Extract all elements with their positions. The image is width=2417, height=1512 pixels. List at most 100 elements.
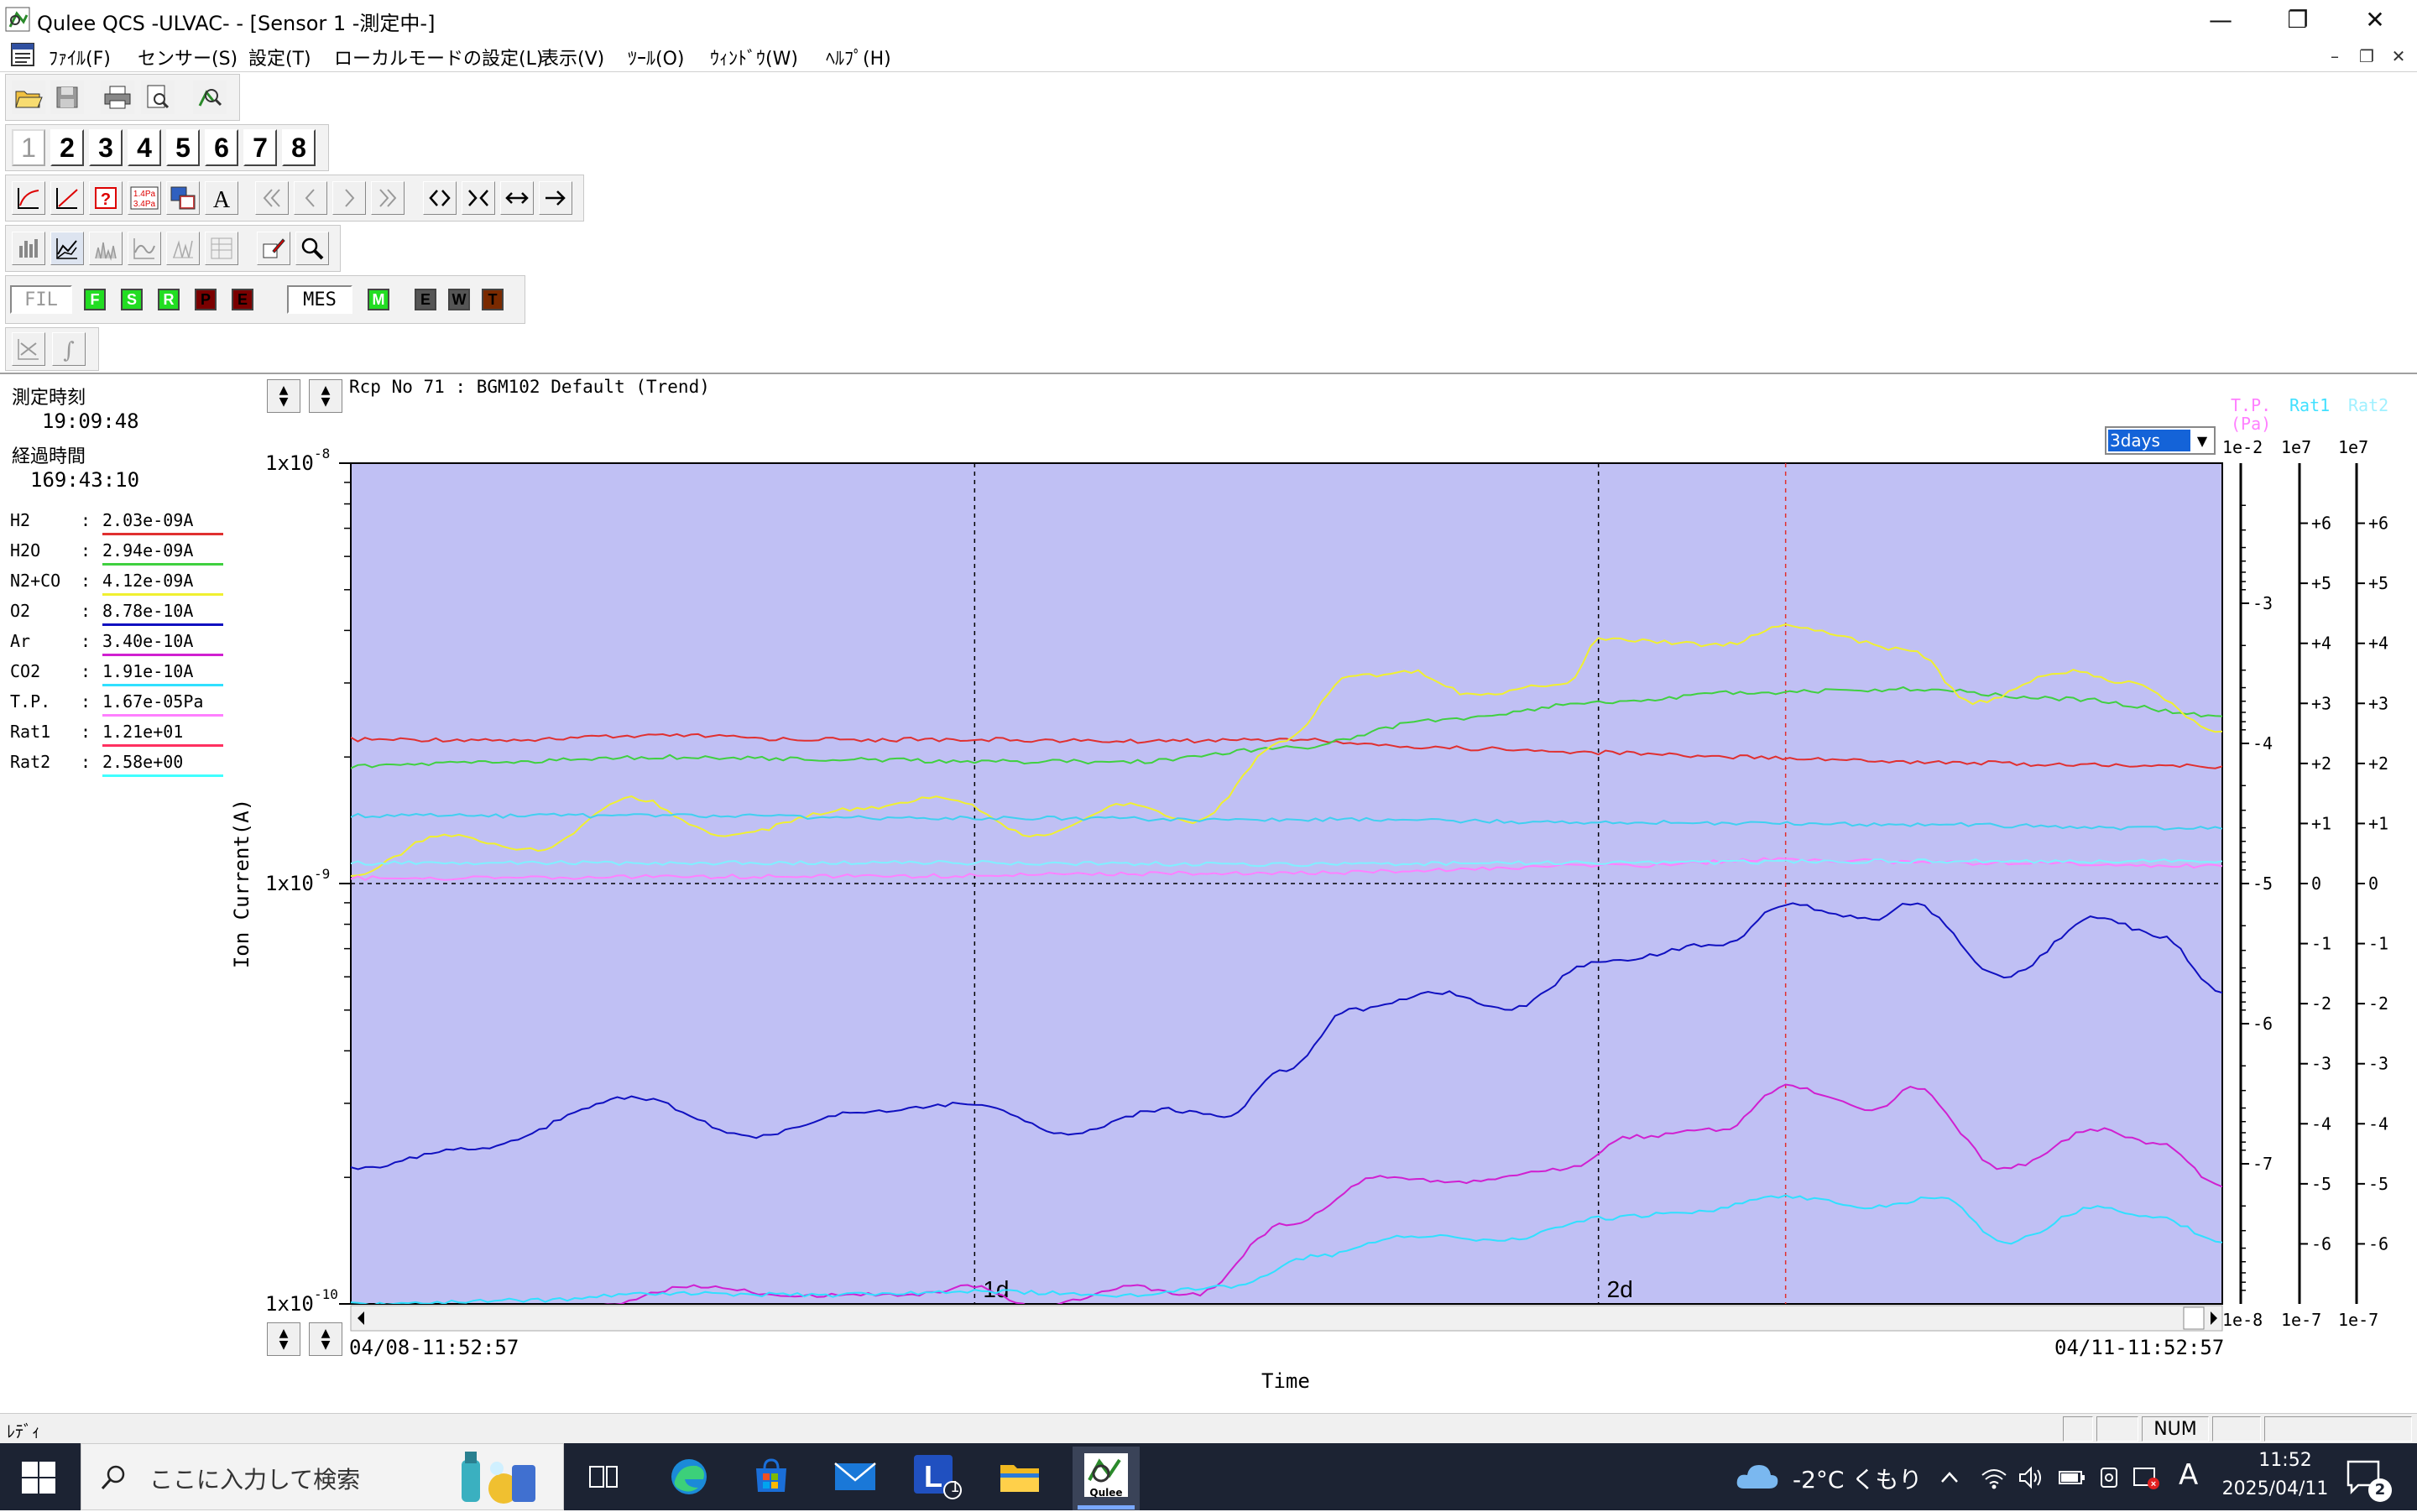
mdi-minimize-button[interactable]: – <box>2323 45 2347 67</box>
font-icon[interactable]: A <box>205 181 238 215</box>
ime-indicator[interactable]: A <box>2179 1458 2198 1492</box>
time-range-select[interactable]: 3days ▼ <box>2105 426 2216 455</box>
log-scale-icon[interactable] <box>50 181 84 215</box>
rat1-axis-tick-label: -2 <box>2311 993 2331 1014</box>
sensor-4-button[interactable]: 4 <box>128 129 161 166</box>
follow-latest-icon[interactable] <box>539 181 572 215</box>
scroll-first-icon[interactable] <box>255 181 289 215</box>
lamp-temperature: T <box>482 289 504 310</box>
scroll-thumb[interactable] <box>2183 1306 2205 1330</box>
volume-icon[interactable] <box>2018 1465 2044 1490</box>
time-scrollbar[interactable] <box>350 1305 2223 1332</box>
close-button[interactable]: ✕ <box>2336 0 2414 39</box>
battery-icon[interactable] <box>2058 1467 2086 1489</box>
channel-colon: : <box>81 510 91 530</box>
zoom-in-time-icon[interactable] <box>462 181 495 215</box>
rat2-axis-tick-label: +5 <box>2368 573 2388 593</box>
channel-colon: : <box>81 752 91 772</box>
rat2-axis-tick-label: +2 <box>2368 753 2388 774</box>
sensor-3-button[interactable]: 3 <box>89 129 123 166</box>
security-alert-icon[interactable]: × <box>2132 1463 2160 1492</box>
linear-scale-icon[interactable] <box>12 181 45 215</box>
mail-icon[interactable] <box>829 1452 881 1502</box>
edge-browser-icon[interactable] <box>663 1452 715 1502</box>
channel-name: H2O <box>10 540 41 560</box>
channel-name: Rat2 <box>10 752 51 772</box>
clock-time[interactable]: 11:52 <box>2244 1450 2326 1471</box>
menu-sensor[interactable]: センサー(S) <box>138 44 238 70</box>
sensor-8-button[interactable]: 8 <box>282 129 316 166</box>
zoom-out-time-icon[interactable] <box>423 181 457 215</box>
restore-button[interactable]: ❐ <box>2259 0 2336 39</box>
y-axis-label: Ion Current(A) <box>230 799 253 968</box>
y-axis-bottom-spin[interactable]: ▲ ▼ <box>267 1322 300 1356</box>
channel-name: T.P. <box>10 691 51 712</box>
mdi-restore-button[interactable]: ❐ <box>2355 45 2378 67</box>
menu-file[interactable]: ﾌｧｲﾙ(F) <box>49 44 111 70</box>
table-view-icon[interactable] <box>205 232 238 265</box>
spectrum-graph-icon[interactable] <box>89 232 123 265</box>
minimize-button[interactable]: — <box>2182 0 2259 39</box>
fit-time-icon[interactable] <box>500 181 534 215</box>
network-icon[interactable] <box>1981 1465 2007 1490</box>
windows-start-icon[interactable] <box>20 1460 57 1495</box>
menu-tools[interactable]: ﾂｰﾙ(O) <box>628 44 684 70</box>
save-icon[interactable] <box>50 81 84 114</box>
weather-text[interactable]: -2°C くもり <box>1793 1462 1922 1495</box>
svg-text:3.4Pa: 3.4Pa <box>133 200 156 209</box>
sensor-search-icon[interactable] <box>193 81 227 114</box>
sensor-6-button[interactable]: 6 <box>205 129 238 166</box>
clock-date[interactable]: 2025/04/11 <box>2221 1478 2330 1499</box>
zoom-icon[interactable] <box>295 232 329 265</box>
search-icon <box>99 1463 128 1492</box>
microsoft-store-icon[interactable] <box>745 1452 797 1502</box>
scroll-next-icon[interactable] <box>332 181 366 215</box>
rat1-axis-tick-label: +3 <box>2311 693 2331 713</box>
3d-graph-icon[interactable] <box>166 232 200 265</box>
print-preview-icon[interactable] <box>141 81 175 114</box>
rat1-axis-tick-label: -6 <box>2311 1233 2331 1254</box>
rat2-axis-tick-label: -6 <box>2368 1233 2388 1254</box>
y-axis-top-spin[interactable]: ▲ ▼ <box>267 379 300 413</box>
y-axis-offset-spin[interactable]: ▲ ▼ <box>309 1322 342 1356</box>
notification-badge: 2 <box>2368 1478 2392 1502</box>
unit-pa-icon[interactable]: 1.4Pa 3.4Pa <box>128 181 161 215</box>
file-explorer-icon[interactable] <box>994 1452 1046 1502</box>
mdi-close-button[interactable]: ✕ <box>2387 45 2410 67</box>
print-icon[interactable] <box>101 81 134 114</box>
integral-icon[interactable]: ∫ <box>52 332 86 366</box>
sensor-5-button[interactable]: 5 <box>166 129 200 166</box>
measure-time-label: 測定時刻 <box>12 388 86 409</box>
analog-graph-icon[interactable] <box>128 232 161 265</box>
edit-settings-icon[interactable] <box>257 232 290 265</box>
document-icon[interactable] <box>10 42 35 67</box>
open-folder-icon[interactable] <box>12 81 45 114</box>
menu-help[interactable]: ﾍﾙﾌﾟ(H) <box>826 44 891 70</box>
sensor-2-button[interactable]: 2 <box>50 129 84 166</box>
scroll-last-icon[interactable] <box>371 181 405 215</box>
cleaning-illustration-icon <box>453 1447 546 1507</box>
chevron-up-icon[interactable] <box>1939 1467 1960 1489</box>
lamp-f: F <box>84 289 106 310</box>
y-tick-label: 1x10 <box>265 451 314 475</box>
scroll-prev-icon[interactable] <box>294 181 327 215</box>
menu-settings[interactable]: 設定(T) <box>248 44 311 70</box>
help-icon[interactable]: ? <box>89 181 123 215</box>
task-view-icon[interactable] <box>577 1452 629 1502</box>
window-layout-icon[interactable] <box>166 181 200 215</box>
sensor-7-button[interactable]: 7 <box>243 129 277 166</box>
menu-local-mode[interactable]: ローカルモードの設定(L) <box>334 44 543 70</box>
scale-fit-icon[interactable] <box>12 332 45 366</box>
num-lock-indicator: NUM <box>2142 1416 2209 1442</box>
device-icon[interactable] <box>2096 1465 2122 1490</box>
trend-graph-icon[interactable] <box>50 232 84 265</box>
y-axis-scale-spin[interactable]: ▲ ▼ <box>309 379 342 413</box>
rat1-axis-bottom: 1e-7 <box>2281 1310 2321 1330</box>
status-text: ﾚﾃﾞｨ <box>7 1421 40 1442</box>
menu-view[interactable]: 表示(V) <box>540 44 604 70</box>
trend-chart[interactable]: Rcp No 71 : BGM102 Default (Trend)1x10 -8… <box>126 374 2417 1413</box>
chevron-down-icon[interactable]: ▼ <box>2190 428 2214 453</box>
menu-window[interactable]: ｳｨﾝﾄﾞｳ(W) <box>710 44 798 70</box>
bar-graph-icon[interactable] <box>12 232 45 265</box>
sensor-1-button[interactable]: 1 <box>12 129 45 166</box>
